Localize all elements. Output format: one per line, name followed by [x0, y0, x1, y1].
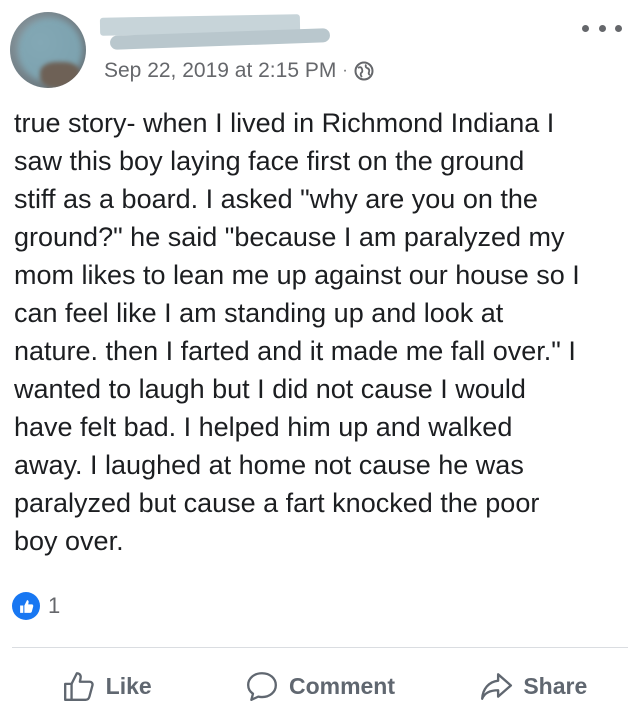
post-meta: Sep 22, 2019 at 2:15 PM ·: [104, 56, 374, 86]
comment-label: Comment: [288, 672, 396, 699]
like-label: Like: [105, 672, 152, 699]
more-dot: [598, 24, 606, 32]
reaction-count: 1: [48, 593, 61, 618]
more-dot: [582, 24, 589, 32]
avatar-blur-lower: [40, 62, 80, 88]
like-reaction-icon: [12, 592, 40, 620]
share-arrow-icon: [481, 673, 513, 700]
author-name-redacted[interactable]: [99, 14, 331, 52]
comment-button[interactable]: Comment: [213, 656, 426, 716]
more-options-icon[interactable]: [582, 18, 622, 38]
reactions-summary[interactable]: 1: [12, 591, 60, 621]
share-label: Share: [523, 672, 588, 699]
post-body-text: true story- when I lived in Richmond Ind…: [14, 108, 580, 556]
action-bar: Like Comment Share: [0, 656, 640, 716]
avatar[interactable]: [10, 12, 86, 88]
post-timestamp[interactable]: Sep 22, 2019 at 2:15 PM: [104, 59, 336, 83]
thumbs-up-icon: [19, 599, 33, 613]
more-dot: [615, 24, 622, 32]
thumbs-up-icon: [63, 672, 94, 701]
meta-separator: ·: [342, 62, 348, 79]
globe-icon: [354, 61, 374, 81]
share-button[interactable]: Share: [427, 656, 640, 716]
post-header: Sep 22, 2019 at 2:15 PM ·: [0, 0, 640, 100]
divider: [12, 647, 628, 648]
comment-icon: [246, 672, 277, 701]
like-button[interactable]: Like: [0, 656, 213, 716]
